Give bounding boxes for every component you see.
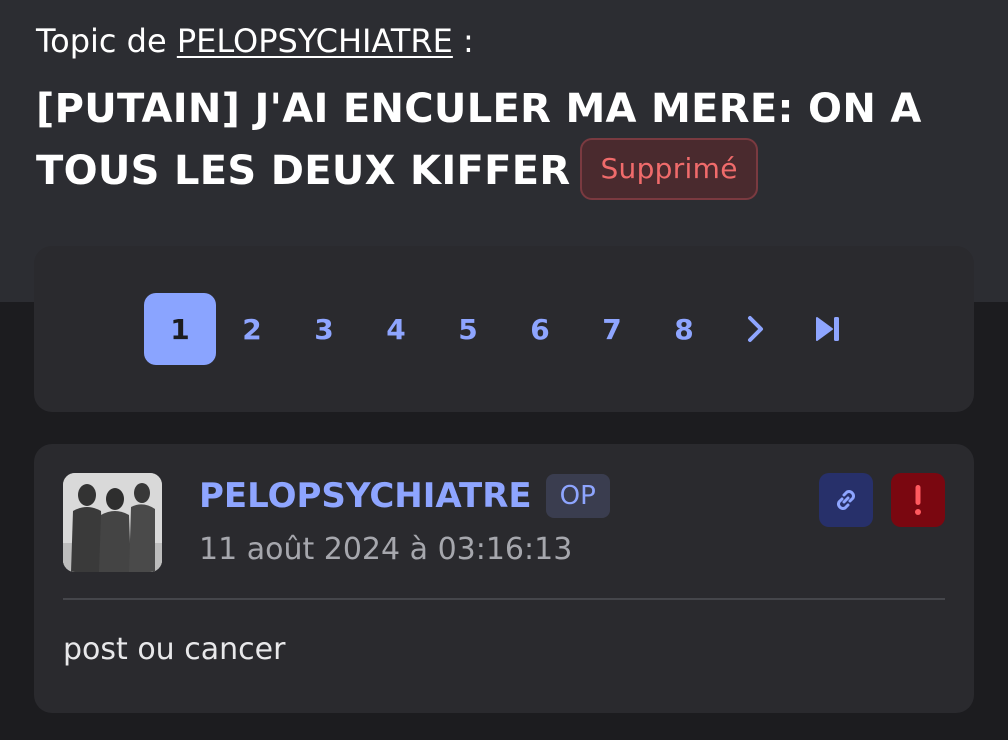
author-name-link[interactable]: PELOPSYCHIATRE xyxy=(199,474,532,518)
deleted-status-badge: Supprimé xyxy=(580,138,758,200)
page: Topic de PELOPSYCHIATRE : [PUTAIN] J'AI … xyxy=(0,0,1008,740)
last-page-button[interactable] xyxy=(792,293,864,365)
page-button-7[interactable]: 7 xyxy=(576,293,648,365)
post-content: post ou cancer xyxy=(63,632,286,667)
avatar-image xyxy=(63,473,162,572)
topic-line: Topic de PELOPSYCHIATRE : xyxy=(36,20,976,62)
topic-prefix: Topic de xyxy=(36,22,177,60)
topic-header: Topic de PELOPSYCHIATRE : [PUTAIN] J'AI … xyxy=(36,20,976,204)
next-page-button[interactable] xyxy=(720,293,792,365)
page-button-3[interactable]: 3 xyxy=(288,293,360,365)
pagination-card: 1 2 3 4 5 6 7 8 xyxy=(34,246,974,412)
skip-to-end-icon xyxy=(816,317,839,341)
post-author: PELOPSYCHIATRE OP xyxy=(199,474,610,518)
report-button[interactable] xyxy=(891,473,945,527)
page-button-8[interactable]: 8 xyxy=(648,293,720,365)
page-button-5[interactable]: 5 xyxy=(432,293,504,365)
pagination: 1 2 3 4 5 6 7 8 xyxy=(144,293,864,365)
link-icon xyxy=(837,490,855,510)
topic-suffix: : xyxy=(452,22,474,60)
permalink-button[interactable] xyxy=(819,473,873,527)
page-button-4[interactable]: 4 xyxy=(360,293,432,365)
author-avatar[interactable] xyxy=(63,473,162,572)
topic-author-link[interactable]: PELOPSYCHIATRE xyxy=(177,22,453,60)
page-button-2[interactable]: 2 xyxy=(216,293,288,365)
topic-title: [PUTAIN] J'AI ENCULER MA MERE: ON A TOUS… xyxy=(36,78,936,204)
post-date: 11 août 2024 à 03:16:13 xyxy=(199,532,573,567)
page-button-6[interactable]: 6 xyxy=(504,293,576,365)
page-button-1[interactable]: 1 xyxy=(144,293,216,365)
post-divider xyxy=(63,598,945,600)
topic-title-text: [PUTAIN] J'AI ENCULER MA MERE: ON A TOUS… xyxy=(36,86,922,194)
chevron-right-icon xyxy=(748,316,763,342)
op-badge: OP xyxy=(545,474,610,518)
post-card: PELOPSYCHIATRE OP 11 août 2024 à 03:16:1… xyxy=(34,444,974,713)
exclamation-icon xyxy=(915,485,921,515)
